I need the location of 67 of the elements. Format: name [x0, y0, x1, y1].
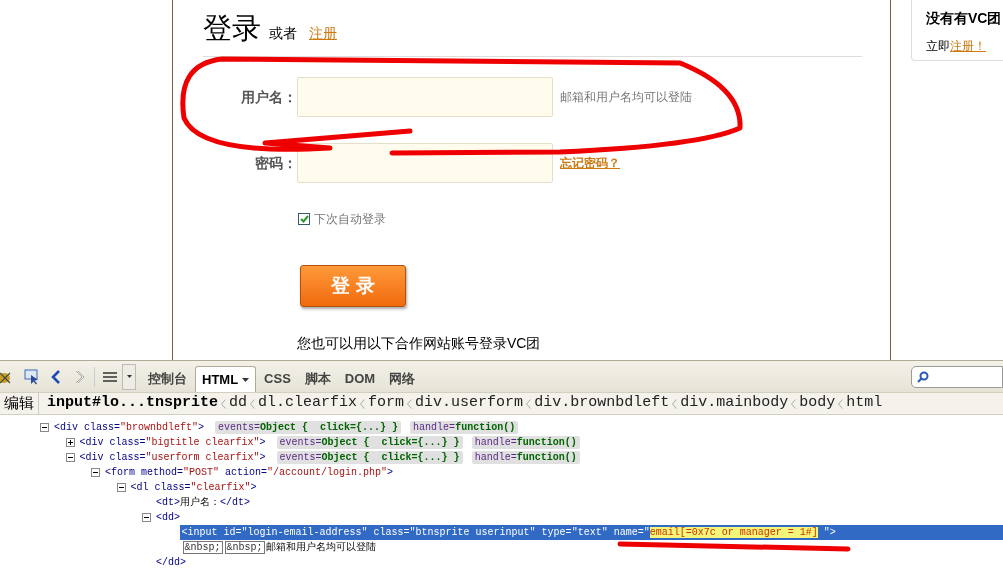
event-badge[interactable]: events=Object { click={...} }: [276, 436, 463, 449]
breadcrumb-item[interactable]: dl.clearfix: [258, 392, 358, 415]
menu-icon[interactable]: [103, 370, 117, 383]
dropdown-button[interactable]: [122, 363, 136, 390]
input-field[interactable]: [297, 143, 553, 183]
collapse-toggle-icon[interactable]: [65, 453, 75, 462]
event-badge[interactable]: handle=function(): [471, 436, 580, 449]
chevron-icon: [791, 398, 797, 409]
checkmark-icon: [299, 215, 309, 223]
signup-link[interactable]: 注册！: [950, 37, 986, 55]
collapse-toggle-icon[interactable]: [91, 468, 100, 477]
chevron-icon: [250, 398, 256, 409]
breadcrumb-item[interactable]: input#lo...tnsprite: [47, 392, 219, 415]
collapse-toggle-icon[interactable]: [142, 513, 151, 522]
search-field[interactable]: [911, 365, 1003, 388]
collapse-toggle-icon[interactable]: [40, 423, 49, 432]
input-field[interactable]: [297, 77, 553, 117]
event-badge[interactable]: events=Object { click={...} }: [276, 451, 463, 464]
field-hint: 邮箱和用户名均可以登陆: [560, 89, 692, 106]
breadcrumb-item[interactable]: dd: [229, 392, 248, 415]
edit-button[interactable]: 编辑: [0, 392, 39, 415]
devtools-tab[interactable]: 控制台: [142, 366, 193, 392]
caret-icon: [126, 375, 132, 378]
code-line[interactable]: <div class="userform clearfix">: [77, 450, 268, 465]
code-line[interactable]: &nbsp; &nbsp; 邮箱和用户名均可以登陆: [179, 540, 378, 555]
expand-toggle-icon[interactable]: [65, 438, 75, 447]
code-line[interactable]: </dd>: [154, 555, 188, 570]
or-text: 或者: [269, 24, 297, 43]
devtools-tab[interactable]: HTML: [195, 366, 257, 392]
search-icon: [917, 370, 929, 383]
chevron-icon: [526, 398, 532, 409]
breadcrumb-item[interactable]: div.mainbody: [680, 392, 789, 415]
field-label: 用户名：: [240, 87, 297, 107]
checkbox-label: 下次自动登录: [314, 211, 386, 228]
checkbox[interactable]: [298, 213, 310, 225]
breadcrumb-item[interactable]: div.userform: [415, 392, 524, 415]
devtools-tab[interactable]: DOM: [338, 366, 382, 392]
event-badge[interactable]: handle=function(): [410, 421, 519, 434]
register-link[interactable]: 注册: [309, 23, 337, 44]
chevron-icon: [360, 398, 366, 409]
breadcrumb-item[interactable]: form: [368, 392, 405, 415]
devtools-tab[interactable]: 脚本: [298, 366, 337, 392]
breadcrumb-item[interactable]: div.brownbdleft: [534, 392, 670, 415]
caret-icon: [242, 377, 250, 382]
event-badge[interactable]: events=Object { click={...} }: [215, 421, 402, 434]
field-label: 密码：: [254, 153, 297, 173]
code-line[interactable]: <form method="POST" action="/account/login.php">: [103, 465, 396, 480]
signup-title: 没有有VC团: [926, 9, 1003, 28]
chevron-icon: [221, 398, 227, 409]
chevron-icon: [407, 398, 413, 409]
code-line[interactable]: <div class="bigtitle clearfix">: [77, 435, 268, 450]
code-line[interactable]: <dl class="clearfix">: [128, 480, 259, 495]
partner-login-text: 您也可以用以下合作网站账号登录VC团: [297, 334, 542, 353]
chevron-icon: [838, 398, 844, 409]
login-heading: 登录: [203, 11, 261, 46]
breadcrumb-item[interactable]: html: [846, 392, 883, 415]
signup-prefix: 立即: [926, 38, 950, 55]
code-line[interactable]: <dd>: [154, 510, 182, 525]
devtools-tab[interactable]: CSS: [258, 366, 297, 392]
code-line[interactable]: <dt>用户名：</dt>: [154, 495, 253, 510]
chevron-icon: [672, 398, 678, 409]
devtools-tab[interactable]: 网络: [383, 366, 422, 392]
collapse-toggle-icon[interactable]: [116, 483, 126, 492]
inspect-icon[interactable]: [24, 368, 40, 385]
event-badge[interactable]: handle=function(): [471, 451, 580, 464]
breadcrumb-item[interactable]: body: [799, 392, 836, 415]
code-line[interactable]: <div class="brownbdleft">: [52, 420, 207, 435]
